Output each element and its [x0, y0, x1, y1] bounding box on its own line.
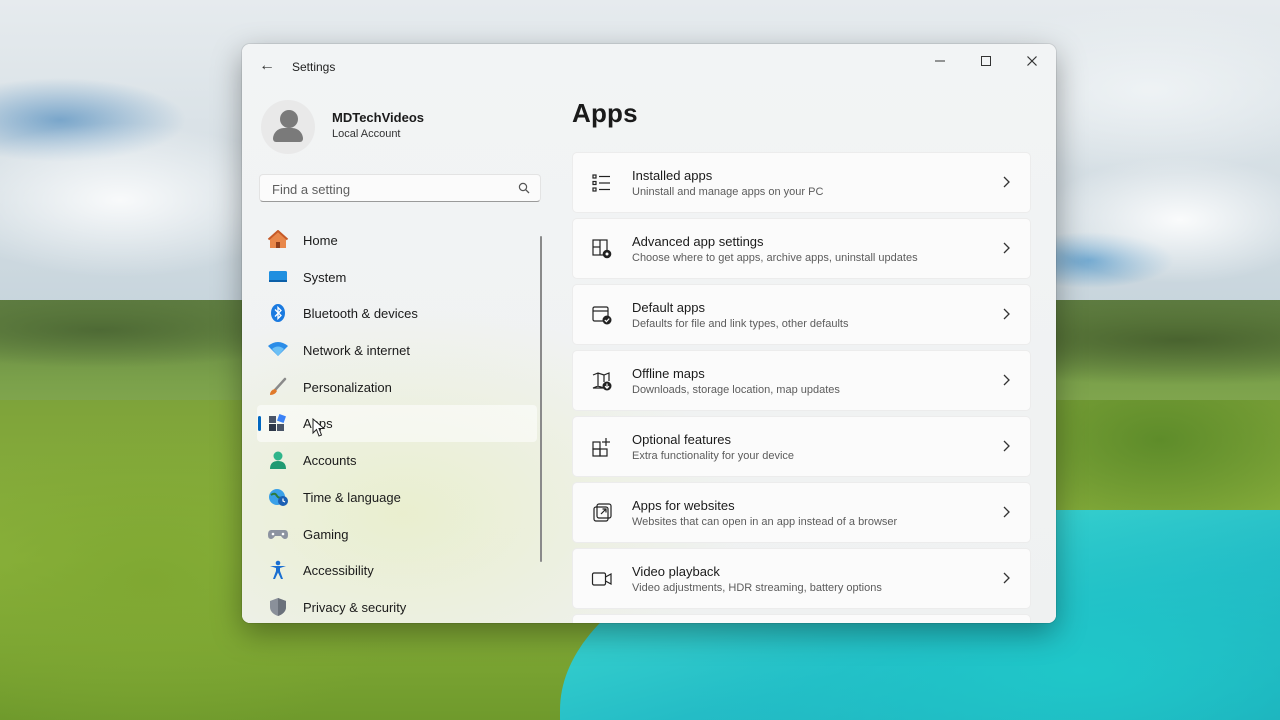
settings-card-list: Installed apps Uninstall and manage apps… — [572, 152, 1031, 623]
bluetooth-icon — [271, 304, 285, 323]
sidebar-item-accessibility[interactable]: Accessibility — [257, 552, 537, 589]
card-description: Video adjustments, HDR streaming, batter… — [632, 582, 882, 594]
chevron-right-icon — [1003, 506, 1010, 518]
sidebar-item-privacy-security[interactable]: Privacy & security — [257, 589, 537, 623]
card-description: Downloads, storage location, map updates — [632, 384, 840, 396]
card-description: Defaults for file and link types, other … — [632, 318, 849, 330]
card-title: Video playback — [632, 564, 720, 579]
sidebar-item-label: Bluetooth & devices — [303, 306, 418, 322]
sidebar-item-label: Privacy & security — [303, 599, 407, 615]
card-advanced-app-settings[interactable]: Advanced app settings Choose where to ge… — [572, 218, 1031, 279]
open-external-icon — [593, 503, 612, 522]
profile-name: MDTechVideos — [332, 110, 424, 125]
add-grid-icon — [592, 438, 610, 457]
search-icon[interactable] — [518, 182, 530, 194]
maximize-button[interactable] — [968, 50, 1004, 74]
card-title: Offline maps — [632, 366, 705, 381]
card-description: Websites that can open in an app instead… — [632, 516, 898, 528]
chevron-right-icon — [1003, 308, 1010, 320]
mouse-cursor-icon — [312, 418, 326, 437]
sidebar-item-label: Personalization — [303, 379, 392, 395]
accessibility-icon — [270, 560, 286, 580]
card-title: Installed apps — [632, 168, 713, 183]
accounts-icon — [270, 451, 286, 470]
brush-icon — [270, 377, 287, 395]
card-default-apps[interactable]: Default apps Defaults for file and link … — [572, 284, 1031, 345]
sidebar-item-home[interactable]: Home — [257, 222, 537, 259]
search-input[interactable] — [270, 179, 514, 199]
sidebar-item-label: Gaming — [303, 526, 349, 542]
title-bar: ← Settings — [242, 44, 1056, 88]
avatar-head — [280, 110, 298, 128]
selected-indicator — [258, 416, 261, 432]
close-icon — [1027, 56, 1037, 66]
card-apps-for-websites[interactable]: Apps for websites Websites that can open… — [572, 482, 1031, 543]
search-box[interactable] — [259, 174, 541, 202]
default-apps-icon — [592, 306, 612, 325]
shield-icon — [270, 597, 286, 616]
apps-icon — [269, 414, 286, 432]
sidebar-scrollbar[interactable] — [540, 236, 542, 562]
sidebar-nav: Home System Bluetooth & devices Network … — [257, 222, 537, 623]
sidebar-item-time-language[interactable]: Time & language — [257, 479, 537, 516]
card-offline-maps[interactable]: Offline maps Downloads, storage location… — [572, 350, 1031, 411]
minimize-icon — [935, 60, 945, 62]
card-installed-apps[interactable]: Installed apps Uninstall and manage apps… — [572, 152, 1031, 213]
card-description: Uninstall and manage apps on your PC — [632, 186, 824, 198]
system-icon — [269, 270, 287, 282]
card-partially-visible[interactable] — [572, 614, 1031, 623]
app-settings-icon — [592, 239, 612, 259]
sidebar-item-gaming[interactable]: Gaming — [257, 516, 537, 553]
sidebar-item-label: Accounts — [303, 453, 357, 469]
sidebar-item-label: Network & internet — [303, 343, 410, 359]
card-title: Advanced app settings — [632, 234, 764, 249]
card-optional-features[interactable]: Optional features Extra functionality fo… — [572, 416, 1031, 477]
card-description: Extra functionality for your device — [632, 450, 795, 462]
sidebar-item-label: Home — [303, 233, 338, 248]
sidebar-item-accounts[interactable]: Accounts — [257, 442, 537, 479]
card-description: Choose where to get apps, archive apps, … — [632, 252, 918, 264]
card-title: Apps for websites — [632, 498, 735, 513]
chevron-right-icon — [1003, 242, 1010, 254]
avatar-body — [273, 128, 303, 142]
sidebar-item-label: System — [303, 269, 347, 285]
chevron-right-icon — [1003, 572, 1010, 584]
minimize-button[interactable] — [922, 50, 958, 74]
home-icon — [267, 230, 289, 248]
sidebar-item-network[interactable]: Network & internet — [257, 332, 537, 369]
card-video-playback[interactable]: Video playback Video adjustments, HDR st… — [572, 548, 1031, 609]
network-icon — [268, 342, 288, 357]
chevron-right-icon — [1003, 440, 1010, 452]
profile-account-type: Local Account — [332, 128, 401, 140]
video-camera-icon — [591, 572, 612, 586]
page-title: Apps — [572, 98, 638, 128]
list-icon — [592, 174, 610, 192]
globe-clock-icon — [269, 488, 288, 506]
maximize-icon — [981, 56, 991, 66]
map-download-icon — [592, 372, 612, 391]
sidebar-item-label: Accessibility — [303, 563, 374, 579]
settings-window: ← Settings MDTechVideos Local Account Fi… — [242, 44, 1056, 623]
sidebar-item-personalization[interactable]: Personalization — [257, 369, 537, 406]
sidebar-item-bluetooth[interactable]: Bluetooth & devices — [257, 295, 537, 332]
sidebar-item-label: Time & language — [303, 489, 401, 505]
back-button[interactable]: ← — [256, 56, 278, 76]
sidebar-item-apps[interactable]: Apps — [257, 405, 537, 443]
gamepad-icon — [268, 529, 288, 539]
chevron-right-icon — [1003, 374, 1010, 386]
avatar[interactable] — [261, 100, 315, 154]
close-button[interactable] — [1014, 50, 1050, 74]
sidebar-item-system[interactable]: System — [257, 259, 537, 296]
card-title: Optional features — [632, 432, 732, 447]
card-title: Default apps — [632, 300, 705, 315]
chevron-right-icon — [1003, 176, 1010, 188]
window-title: Settings — [292, 60, 336, 74]
